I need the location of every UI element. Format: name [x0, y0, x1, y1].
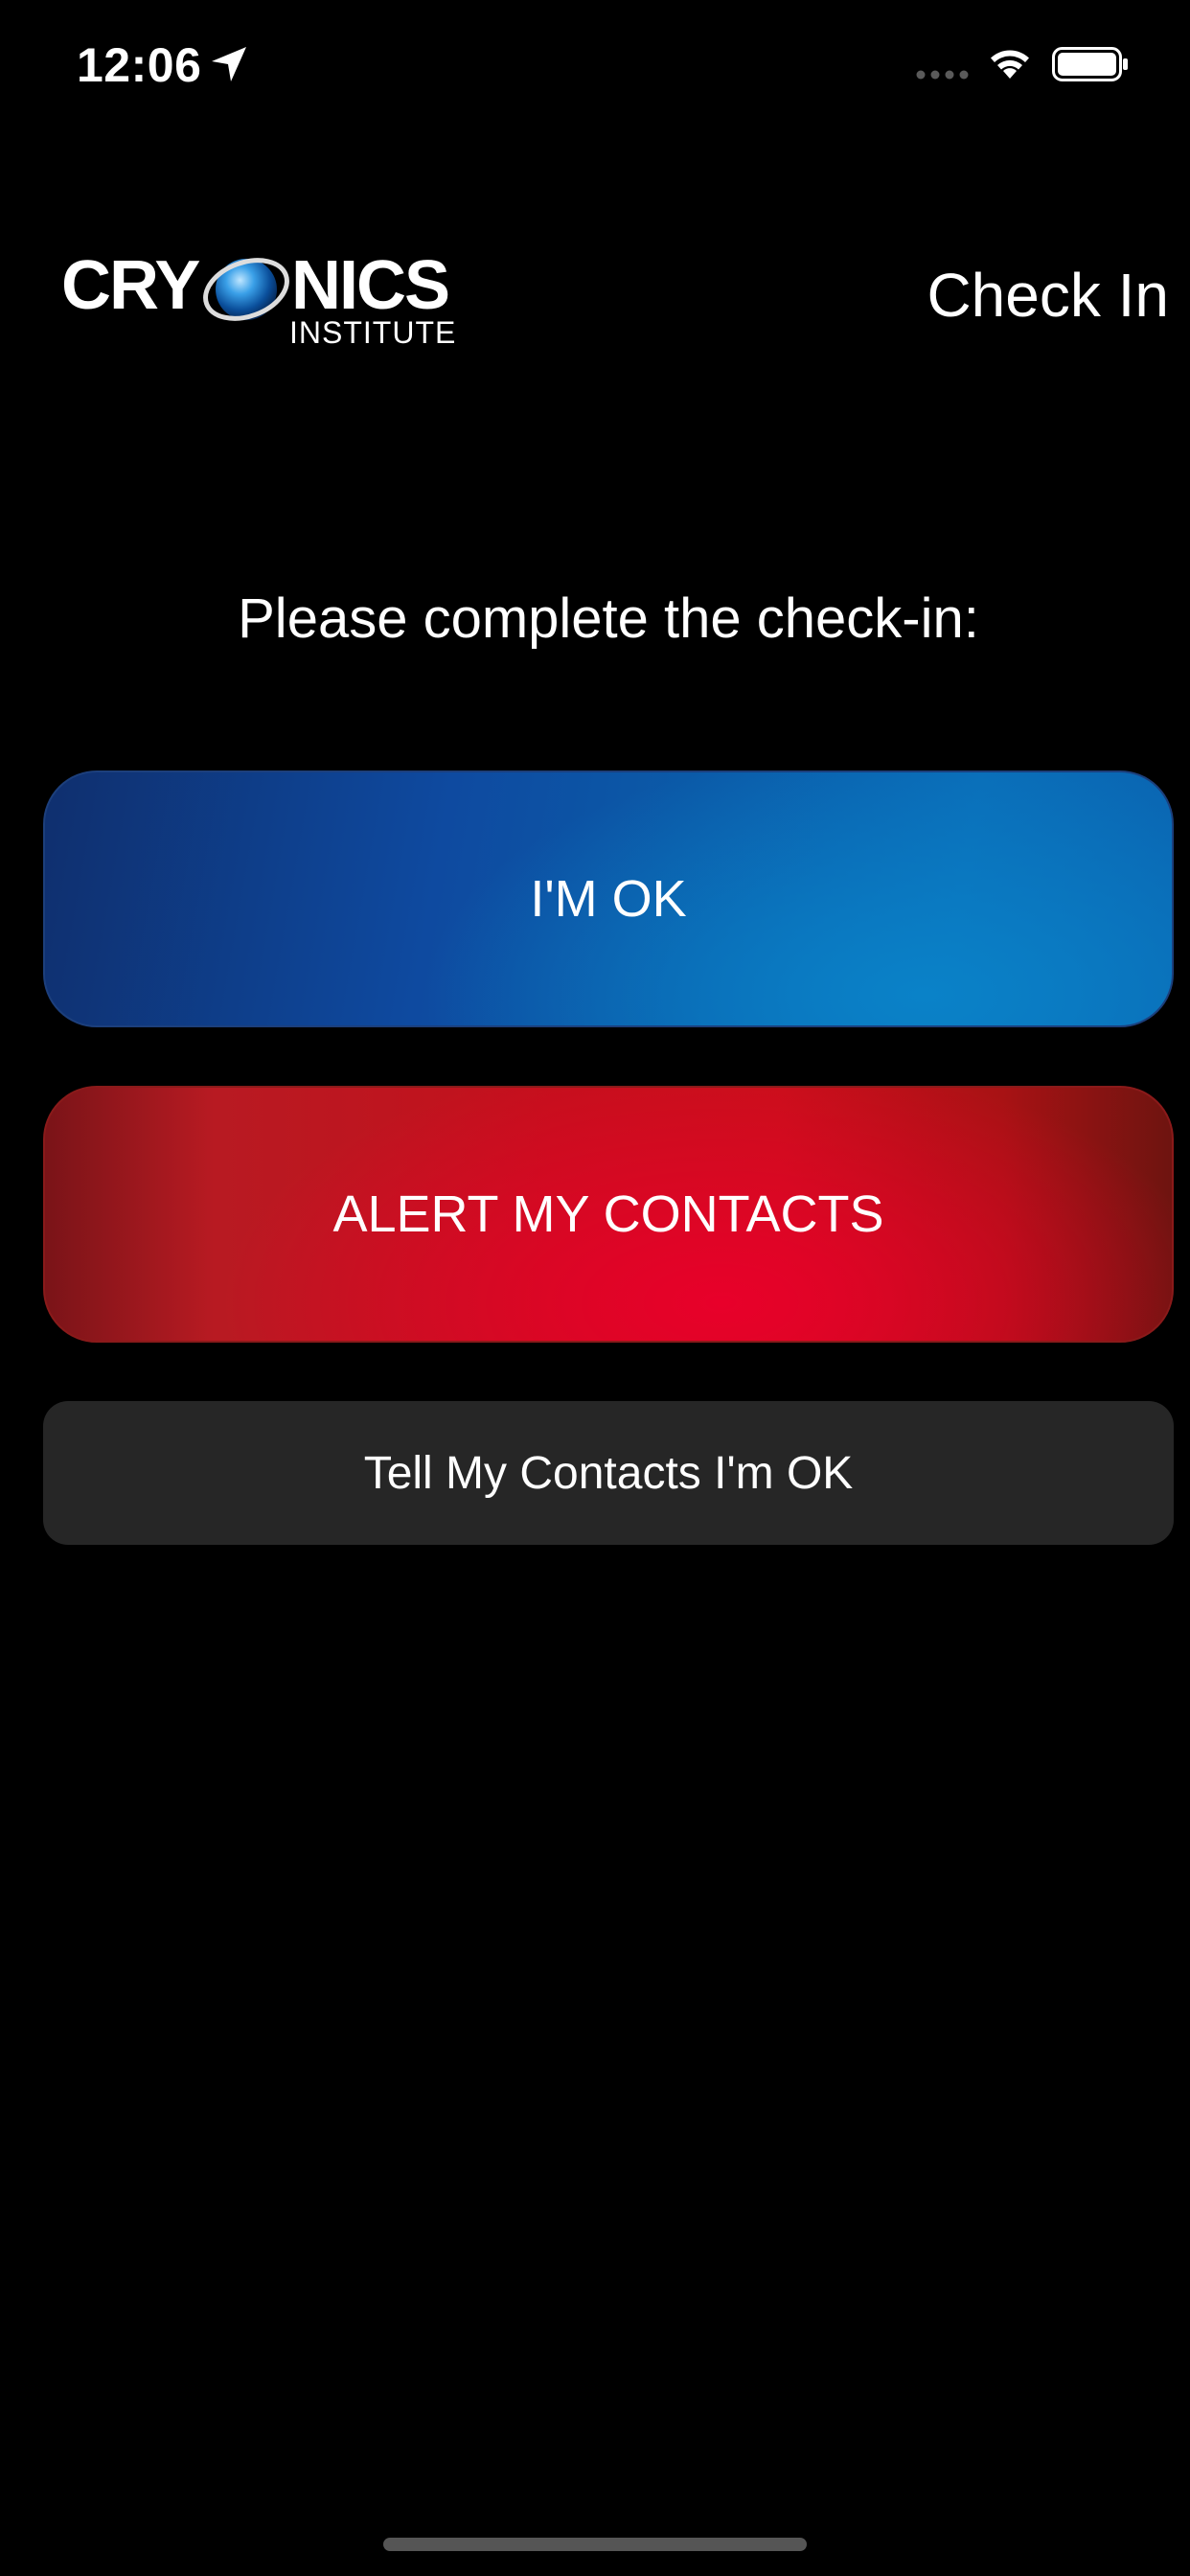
page-title: Check In [927, 261, 1169, 330]
status-bar: 12:06 [0, 0, 1190, 125]
im-ok-button-label: I'M OK [530, 870, 687, 928]
alert-contacts-button-label: ALERT MY CONTACTS [332, 1185, 884, 1243]
alert-contacts-button[interactable]: ALERT MY CONTACTS [43, 1086, 1174, 1343]
tell-contacts-ok-button[interactable]: Tell My Contacts I'm OK [43, 1401, 1174, 1545]
logo-text-cryonics: CRY [61, 247, 199, 324]
battery-icon [1052, 47, 1128, 81]
cellular-signal-icon [916, 70, 969, 80]
check-in-prompt: Please complete the check-in: [238, 587, 979, 650]
svg-text:NICS: NICS [291, 247, 448, 324]
header: CRY NICS INSTITUTE Check In [0, 230, 1190, 364]
im-ok-button[interactable]: I'M OK [43, 770, 1174, 1027]
cryonics-institute-logo: CRY NICS INSTITUTE [61, 247, 456, 349]
home-indicator[interactable] [383, 2538, 807, 2551]
svg-text:INSTITUTE: INSTITUTE [289, 315, 456, 349]
wifi-icon [991, 50, 1029, 79]
tell-contacts-ok-button-label: Tell My Contacts I'm OK [363, 1447, 854, 1499]
location-arrow-icon [212, 47, 246, 81]
status-time: 12:06 [77, 38, 202, 92]
